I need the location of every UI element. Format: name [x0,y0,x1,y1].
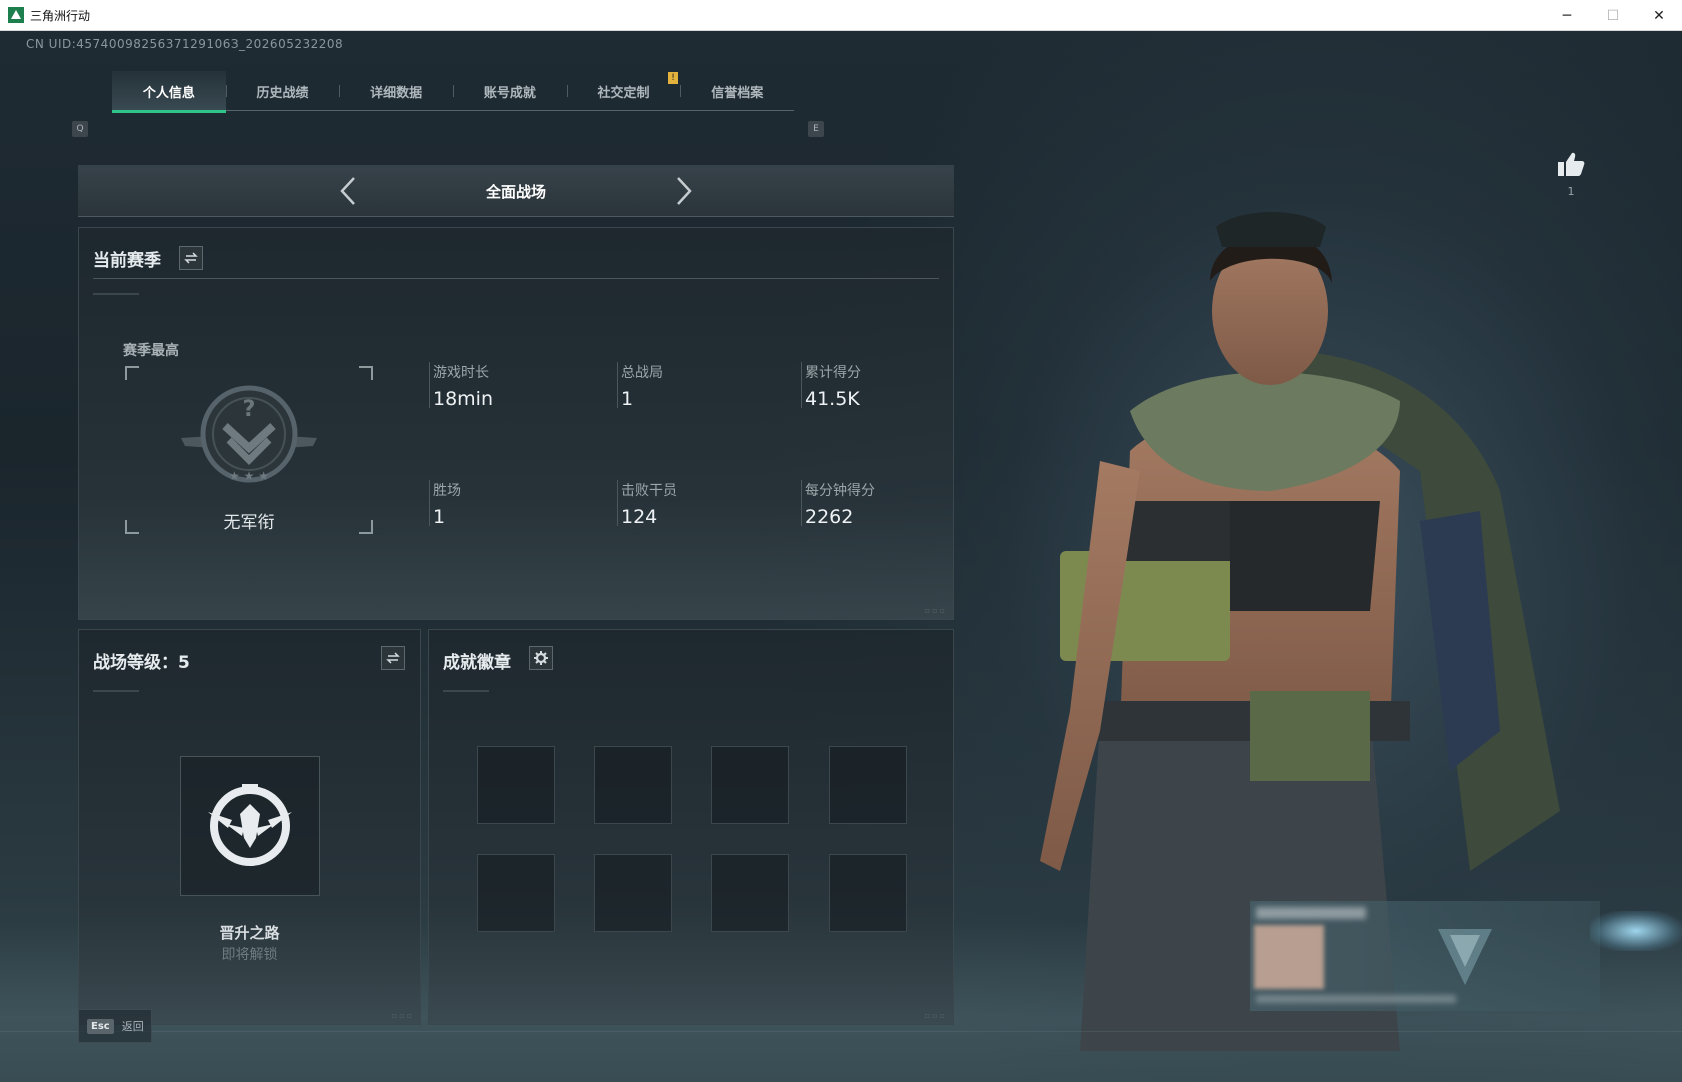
level-emblem-name: 晋升之路 [219,924,280,942]
window-controls: ─ ☐ ✕ [1544,0,1682,31]
stat-score-per-minute: 每分钟得分 2262 [801,480,875,528]
player-card[interactable] [1250,901,1600,1011]
tab-notice-badge: ! [668,72,678,84]
tab-profile[interactable]: 个人信息 [112,71,226,113]
season-panel: 当前赛季 赛季最高 ? ★ ★ ★ 无军衔 游戏时长 18min 总战局 1 累… [78,227,954,620]
rank-badge-icon: ? ★ ★ ★ [181,385,317,483]
level-lock-text: 即将解锁 [221,947,278,963]
uid-text: CN UID:4574009825637129106З_202605232208 [26,37,344,51]
achievement-title: 成就徽章 [443,653,511,673]
swap-icon [386,652,400,664]
stat-wins: 胜场 1 [429,480,461,528]
maximize-button[interactable]: ☐ [1590,0,1636,31]
season-title: 当前赛季 [93,251,161,271]
mode-selector: 全面战场 [78,165,954,217]
player-tag-blurred [1256,995,1456,1003]
next-tab-key-hint[interactable]: E [808,121,824,137]
stat-total-matches: 总战局 1 [617,362,663,410]
achievement-slot[interactable] [594,746,672,824]
tab-history[interactable]: 历史战绩 [225,71,340,111]
prev-tab-key-hint[interactable]: Q [72,121,88,137]
esc-key-hint: Esc [87,1018,114,1034]
achievement-slot[interactable] [711,746,789,824]
achievement-slot[interactable] [711,854,789,932]
battlefield-level-panel: 战场等级：5 晋升之路 即将解锁 ▫▫▫ [78,629,421,1025]
game-viewport: CN UID:4574009825637129106З_202605232208… [0,31,1682,1082]
chevron-right-icon [677,177,692,205]
stat-kills: 击败干员 124 [617,480,677,528]
achievement-settings-button[interactable] [529,646,553,670]
mode-label: 全面战场 [485,183,546,201]
achievement-slot[interactable] [477,746,555,824]
player-rank-icon [1438,929,1492,985]
season-switch-button[interactable] [179,246,203,270]
minimize-button[interactable]: ─ [1544,0,1590,31]
season-rank-name: 无军衔 [223,513,275,533]
level-title: 战场等级：5 [93,653,190,673]
footer-divider [0,1031,1682,1032]
close-button[interactable]: ✕ [1636,0,1682,31]
stat-total-score: 累计得分 41.5K [801,362,861,410]
tabs: 个人信息 历史战绩 详细数据 账号成就 社交定制 信誉档案 [112,71,794,113]
avatar [1254,925,1324,989]
tab-achievements[interactable]: 账号成就 [453,71,567,111]
season-best-label: 赛季最高 [123,343,179,359]
panel-corner-decoration: ▫▫▫ [391,1011,414,1020]
mode-next-button[interactable] [668,175,700,207]
tab-social-custom[interactable]: 社交定制 [566,71,681,111]
season-rank-frame: ? ★ ★ ★ 无军衔 [125,366,373,534]
panel-corner-decoration: ▫▫▫ [924,1011,947,1020]
achievement-slot[interactable] [594,854,672,932]
achievement-subline [443,690,489,692]
gear-icon [534,651,548,665]
level-subline [93,690,139,692]
level-emblem[interactable] [180,756,320,896]
window-titlebar: 三角洲行动 ─ ☐ ✕ [0,0,1682,31]
achievement-badges-panel: 成就徽章 ▫▫▫ [428,629,954,1025]
back-label: 返回 [121,1020,144,1033]
svg-text:?: ? [243,397,256,422]
achievement-slot[interactable] [477,854,555,932]
back-button[interactable]: Esc 返回 [78,1009,152,1043]
level-switch-button[interactable] [381,646,405,670]
light-effect [1590,911,1682,951]
tab-reputation[interactable]: 信誉档案 [680,71,794,111]
panel-corner-decoration: ▫▫▫ [924,606,947,615]
window-title: 三角洲行动 [30,8,91,23]
tab-detailed-data[interactable]: 详细数据 [339,71,453,111]
stat-play-time: 游戏时长 18min [428,362,493,410]
eagle-emblem-icon [208,784,292,866]
app-logo-icon [8,7,24,23]
achievement-slot[interactable] [829,746,907,824]
achievement-slot[interactable] [829,854,907,932]
player-name-blurred [1256,907,1366,919]
svg-text:★ ★ ★: ★ ★ ★ [229,469,269,483]
swap-icon [184,252,198,264]
season-subline [93,293,139,295]
season-divider [93,278,939,279]
